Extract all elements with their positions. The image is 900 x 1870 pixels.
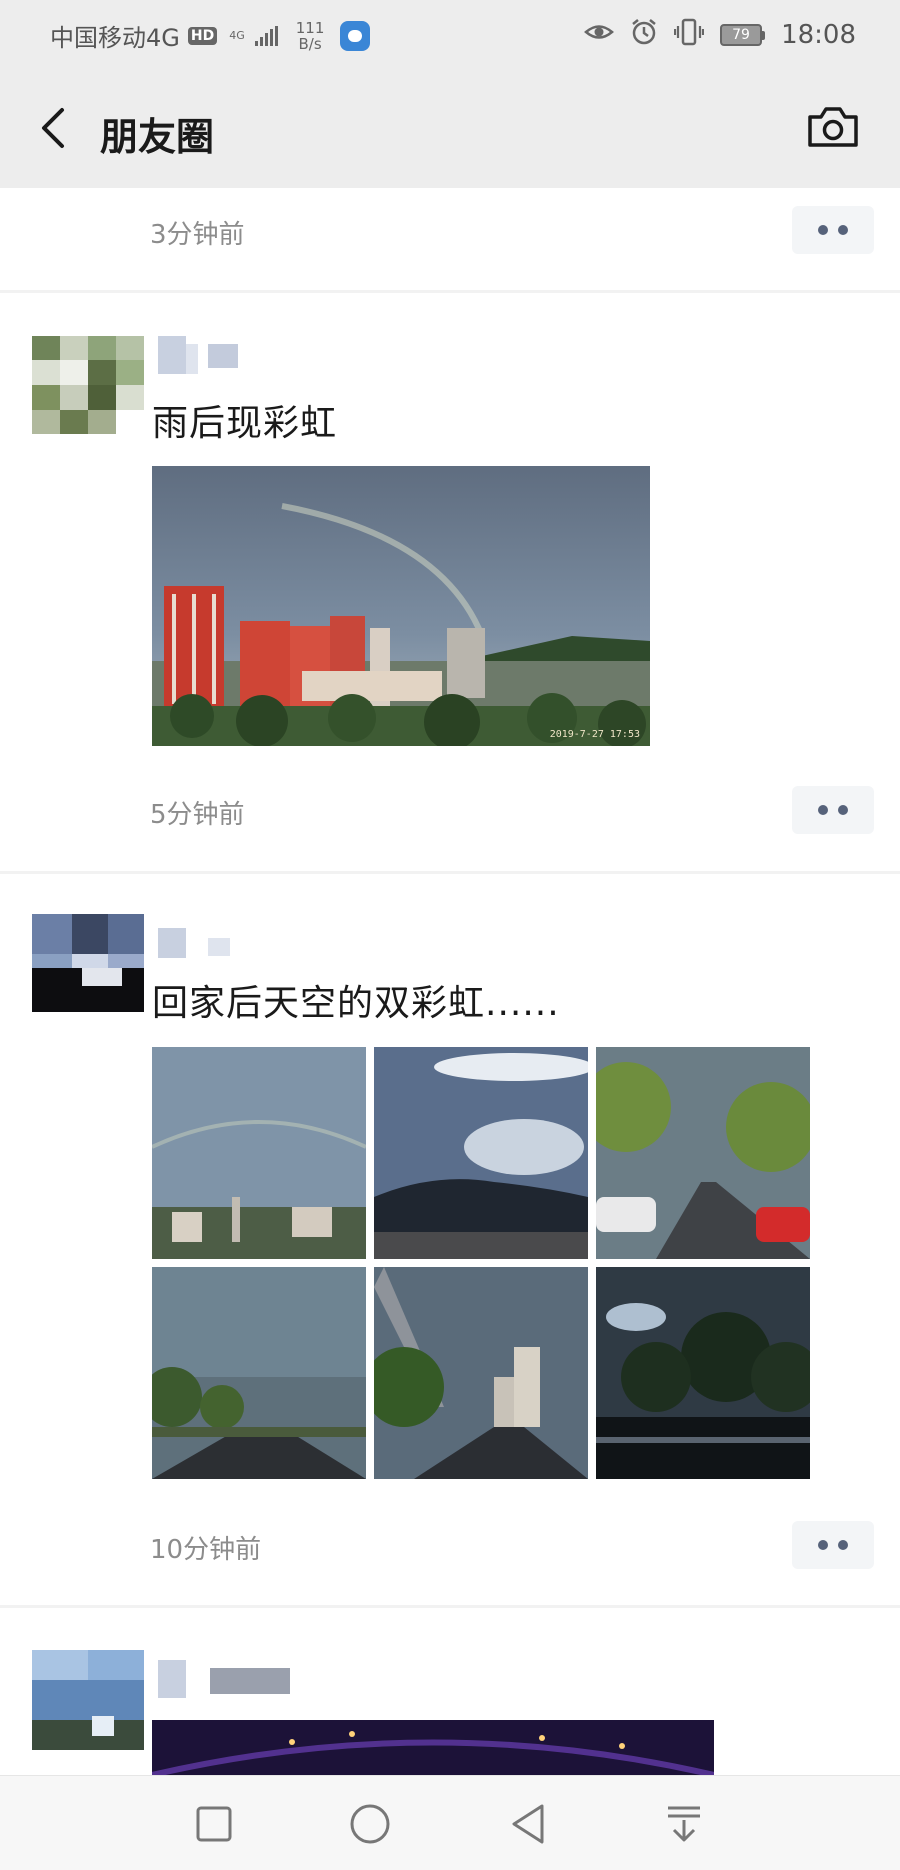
camera-icon xyxy=(808,107,858,147)
post-text: 回家后天空的双彩虹...... xyxy=(152,983,560,1024)
home-circle-icon xyxy=(350,1804,390,1844)
avatar[interactable] xyxy=(32,914,144,1012)
home-button[interactable] xyxy=(340,1796,400,1852)
notification-pull-icon xyxy=(668,1806,700,1842)
battery-level: 79 xyxy=(720,24,763,46)
status-right: 79 18:08 xyxy=(584,18,856,52)
rainbow-city-photo xyxy=(152,466,650,746)
post-photo[interactable] xyxy=(152,1720,714,1775)
grid-photo-6[interactable] xyxy=(596,1267,810,1479)
signal-strength-icon xyxy=(254,25,278,46)
grid-photo-4[interactable] xyxy=(152,1267,366,1479)
status-left: 中国移动4G HD 4G 111 B/s xyxy=(50,18,371,53)
vibrate-icon xyxy=(673,18,705,52)
username-blurred[interactable] xyxy=(158,336,248,374)
post-meta-row: 5分钟前 xyxy=(0,786,900,838)
grid-photo-3[interactable] xyxy=(596,1047,810,1259)
camera-button[interactable] xyxy=(802,98,864,156)
recents-square-icon xyxy=(196,1806,232,1842)
status-bar: 中国移动4G HD 4G 111 B/s 79 18:08 xyxy=(0,0,900,70)
post-more-button[interactable] xyxy=(792,1521,874,1569)
grid-photo-1[interactable] xyxy=(152,1047,366,1259)
eye-comfort-icon xyxy=(584,21,614,49)
carrier-label: 中国移动4G xyxy=(50,24,180,52)
avatar[interactable] xyxy=(32,336,144,434)
username-blurred[interactable] xyxy=(158,1660,298,1698)
post-meta-row: 10分钟前 xyxy=(0,1521,900,1573)
network-speed-unit: B/s xyxy=(298,34,322,53)
avatar[interactable] xyxy=(32,1650,144,1750)
post-text: 雨后现彩虹 xyxy=(152,403,338,444)
network-speed: 111 B/s xyxy=(296,20,325,52)
hd-badge: HD xyxy=(187,26,218,45)
network-speed-value: 111 xyxy=(295,18,325,37)
username-blurred[interactable] xyxy=(158,924,248,962)
back-button[interactable] xyxy=(28,100,78,156)
system-navigation-bar xyxy=(0,1775,900,1870)
page-title: 朋友圈 xyxy=(100,115,215,159)
grid-photo-2[interactable] xyxy=(374,1047,588,1259)
post-photo[interactable]: 2019-7-27 17:53 xyxy=(152,466,650,746)
app-notification-icon xyxy=(340,20,371,51)
chevron-left-icon xyxy=(42,108,64,148)
back-nav-button[interactable] xyxy=(498,1796,558,1852)
navigation-bar: 朋友圈 xyxy=(0,70,900,188)
network-type-label: 4G xyxy=(229,29,245,42)
post-more-button[interactable] xyxy=(792,786,874,834)
back-triangle-icon xyxy=(512,1804,544,1844)
grid-photo-5[interactable] xyxy=(374,1267,588,1479)
post-divider xyxy=(0,871,900,874)
post-meta-row: 3分钟前 xyxy=(0,206,900,258)
notification-pull-button[interactable] xyxy=(654,1796,714,1852)
photo-timestamp: 2019-7-27 17:53 xyxy=(549,729,640,740)
post-time: 5分钟前 xyxy=(150,800,245,830)
battery-icon: 79 xyxy=(720,24,766,46)
post-divider xyxy=(0,290,900,293)
post-time: 10分钟前 xyxy=(150,1535,262,1565)
recents-button[interactable] xyxy=(184,1796,244,1852)
alarm-icon xyxy=(630,18,658,52)
top-bar: 中国移动4G HD 4G 111 B/s 79 18:08 朋友圈 xyxy=(0,0,900,188)
post-time: 3分钟前 xyxy=(150,220,245,250)
post-more-button[interactable] xyxy=(792,206,874,254)
clock: 18:08 xyxy=(781,20,856,50)
post-divider xyxy=(0,1605,900,1608)
